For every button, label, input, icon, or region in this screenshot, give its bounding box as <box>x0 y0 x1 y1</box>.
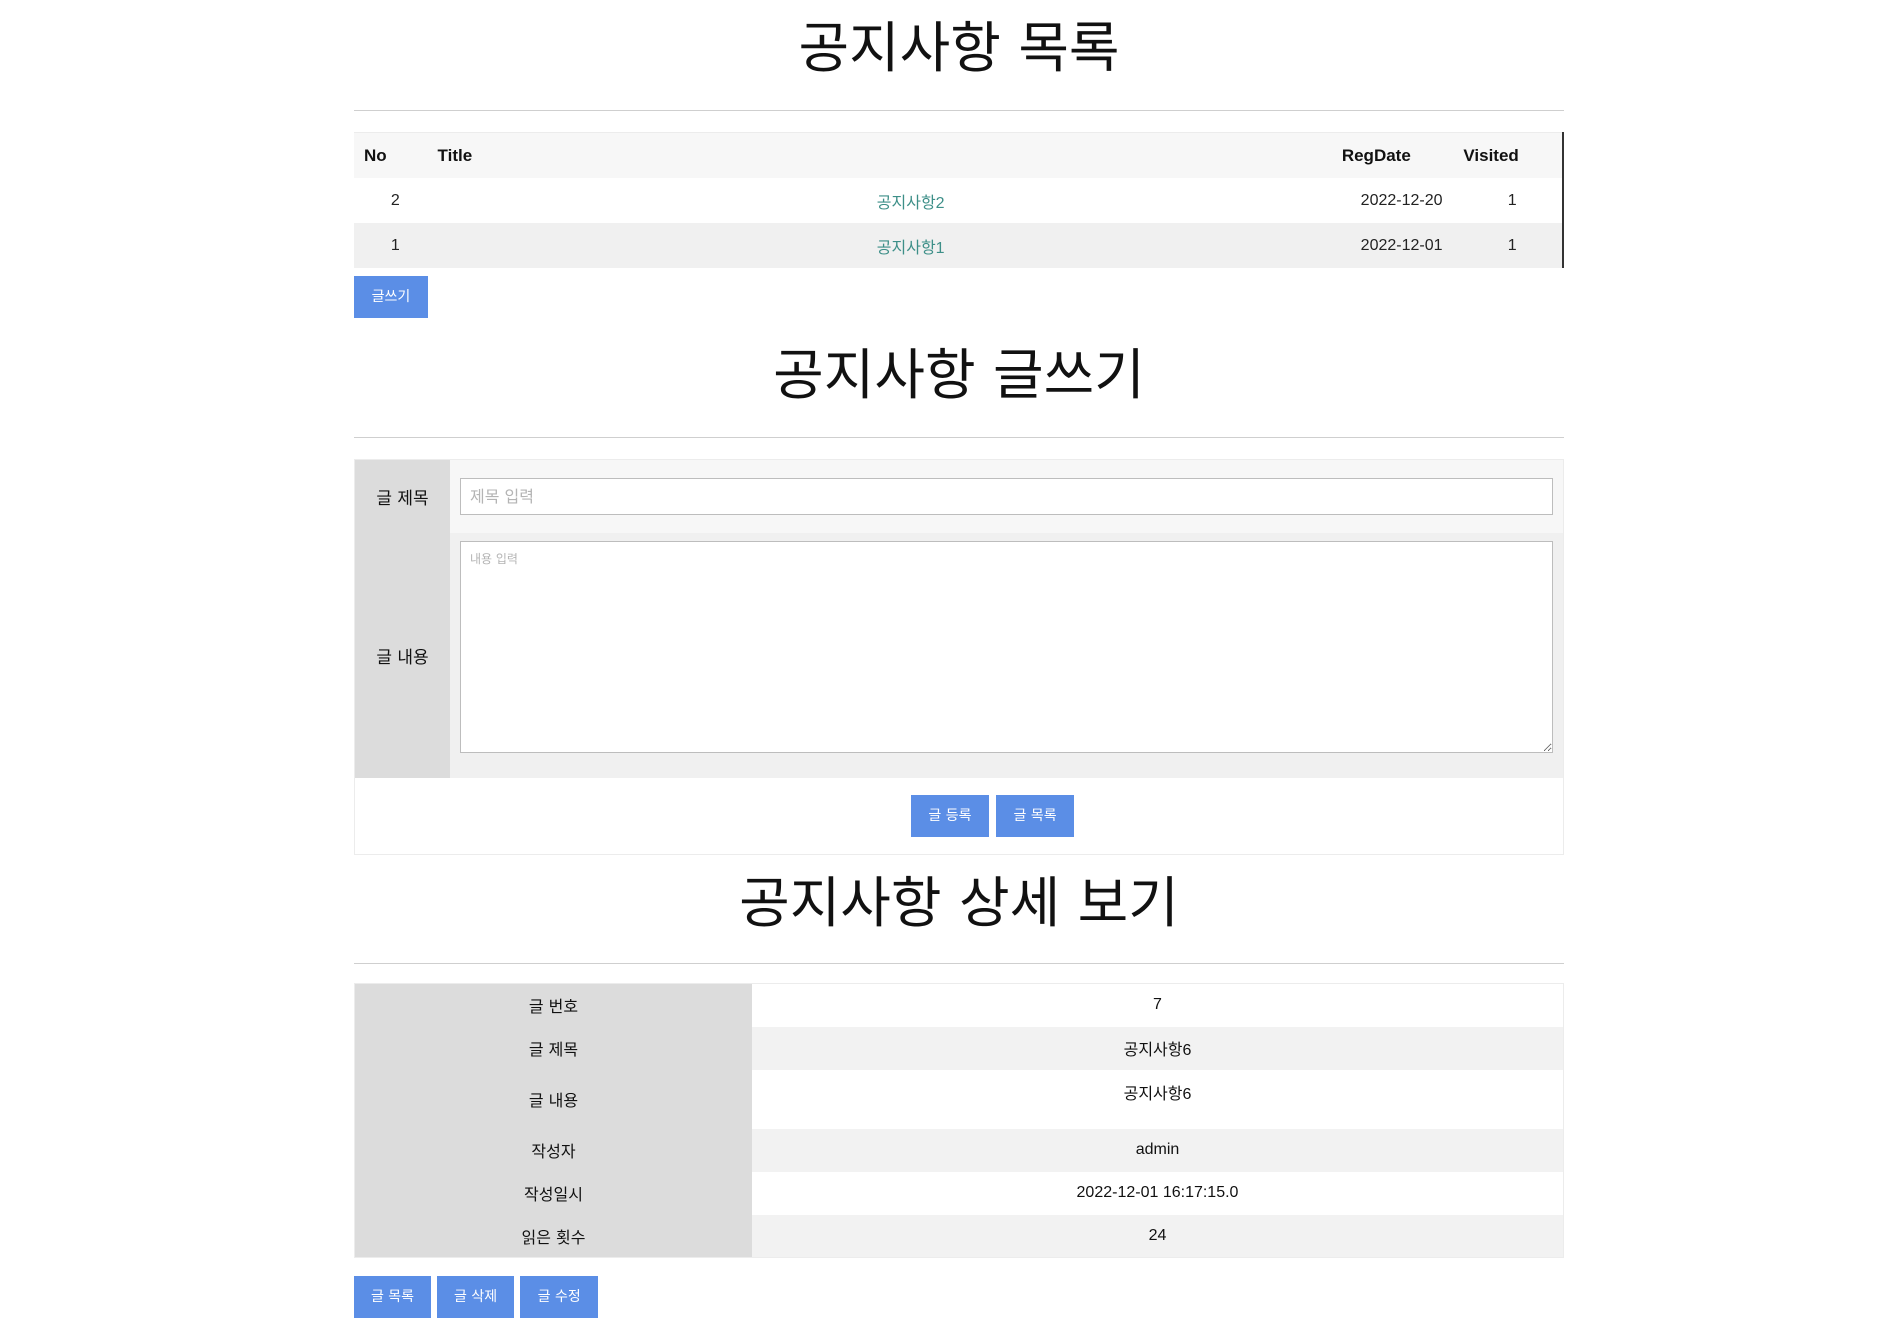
row-title-cell: 공지사항1 <box>436 223 1341 268</box>
col-title-header: Title <box>436 132 1341 178</box>
submit-button[interactable]: 글 등록 <box>910 794 989 837</box>
list-header-row: No Title RegDate Visited <box>354 132 1563 178</box>
title-row: 글 제목 <box>354 459 1564 533</box>
row-no: 1 <box>354 223 437 268</box>
detail-value: admin <box>752 1128 1564 1172</box>
detail-value: 2022-12-01 16:17:15.0 <box>752 1171 1564 1215</box>
table-row: 1 공지사항1 2022-12-01 1 <box>354 223 1563 268</box>
detail-label: 작성자 <box>354 1128 752 1172</box>
notice-list-table: No Title RegDate Visited 2 공지사항2 2022-12… <box>354 132 1564 268</box>
list-button[interactable]: 글 목록 <box>996 794 1075 837</box>
list-divider <box>354 110 1564 111</box>
detail-list-button[interactable]: 글 목록 <box>354 1276 431 1318</box>
col-no-header: No <box>354 132 437 178</box>
notice-write-section: 공지사항 글쓰기 글 제목 글 내용 글 등록 글 목록 <box>354 330 1564 860</box>
row-visited: 1 <box>1462 223 1563 268</box>
title-label: 글 제목 <box>354 459 450 533</box>
content-textarea[interactable] <box>460 540 1553 753</box>
content-field-cell <box>450 532 1564 778</box>
table-row: 2 공지사항2 2022-12-20 1 <box>354 178 1563 223</box>
write-form: 글 제목 글 내용 글 등록 글 목록 <box>354 459 1564 855</box>
detail-delete-button[interactable]: 글 삭제 <box>437 1276 515 1318</box>
row-visited: 1 <box>1462 178 1563 223</box>
list-page-title: 공지사항 목록 <box>798 16 1120 80</box>
form-actions-row: 글 등록 글 목록 <box>354 777 1564 855</box>
form-actions-cell: 글 등록 글 목록 <box>355 778 1564 855</box>
detail-row: 읽은 횟수 24 <box>354 1214 1564 1258</box>
detail-label: 글 번호 <box>354 983 752 1027</box>
detail-edit-button[interactable]: 글 수정 <box>520 1276 599 1318</box>
detail-divider <box>354 963 1564 964</box>
detail-actions: 글 목록 글 삭제 글 수정 <box>354 1276 599 1318</box>
row-title-link[interactable]: 공지사항1 <box>877 240 945 257</box>
detail-label: 글 제목 <box>354 1026 752 1070</box>
content-row: 글 내용 <box>354 532 1564 778</box>
write-button[interactable]: 글쓰기 <box>354 276 428 318</box>
col-visited-header: Visited <box>1462 132 1563 178</box>
detail-row: 글 번호 7 <box>354 983 1564 1027</box>
col-regdate-header: RegDate <box>1340 132 1463 178</box>
notice-list-section: 공지사항 목록 No Title RegDate Visited 2 공지사항2… <box>354 0 1564 330</box>
row-regdate: 2022-12-01 <box>1340 223 1463 268</box>
detail-row: 글 내용 공지사항6 <box>354 1069 1564 1129</box>
row-title-cell: 공지사항2 <box>436 178 1341 223</box>
detail-table: 글 번호 7 글 제목 공지사항6 글 내용 공지사항6 작성자 admin 작… <box>354 983 1564 1258</box>
title-input[interactable] <box>460 477 1553 515</box>
detail-label: 작성일시 <box>354 1171 752 1215</box>
row-regdate: 2022-12-20 <box>1340 178 1463 223</box>
title-field-cell <box>450 459 1564 533</box>
page: 공지사항 목록 No Title RegDate Visited 2 공지사항2… <box>0 0 1901 1337</box>
write-page-title: 공지사항 글쓰기 <box>773 343 1145 407</box>
detail-row: 작성일시 2022-12-01 16:17:15.0 <box>354 1171 1564 1215</box>
content-label: 글 내용 <box>354 532 450 778</box>
detail-label: 글 내용 <box>354 1069 752 1129</box>
detail-value: 공지사항6 <box>752 1026 1564 1070</box>
notice-detail-section: 공지사항 상세 보기 글 번호 7 글 제목 공지사항6 글 내용 공지사항6 … <box>354 860 1564 1337</box>
detail-page-title: 공지사항 상세 보기 <box>739 871 1179 935</box>
detail-row: 글 제목 공지사항6 <box>354 1026 1564 1070</box>
detail-value: 24 <box>752 1214 1564 1258</box>
write-divider <box>354 437 1564 438</box>
detail-value: 공지사항6 <box>752 1069 1564 1129</box>
row-title-link[interactable]: 공지사항2 <box>877 195 945 212</box>
detail-label: 읽은 횟수 <box>354 1214 752 1258</box>
detail-row: 작성자 admin <box>354 1128 1564 1172</box>
detail-value: 7 <box>752 983 1564 1027</box>
row-no: 2 <box>354 178 437 223</box>
